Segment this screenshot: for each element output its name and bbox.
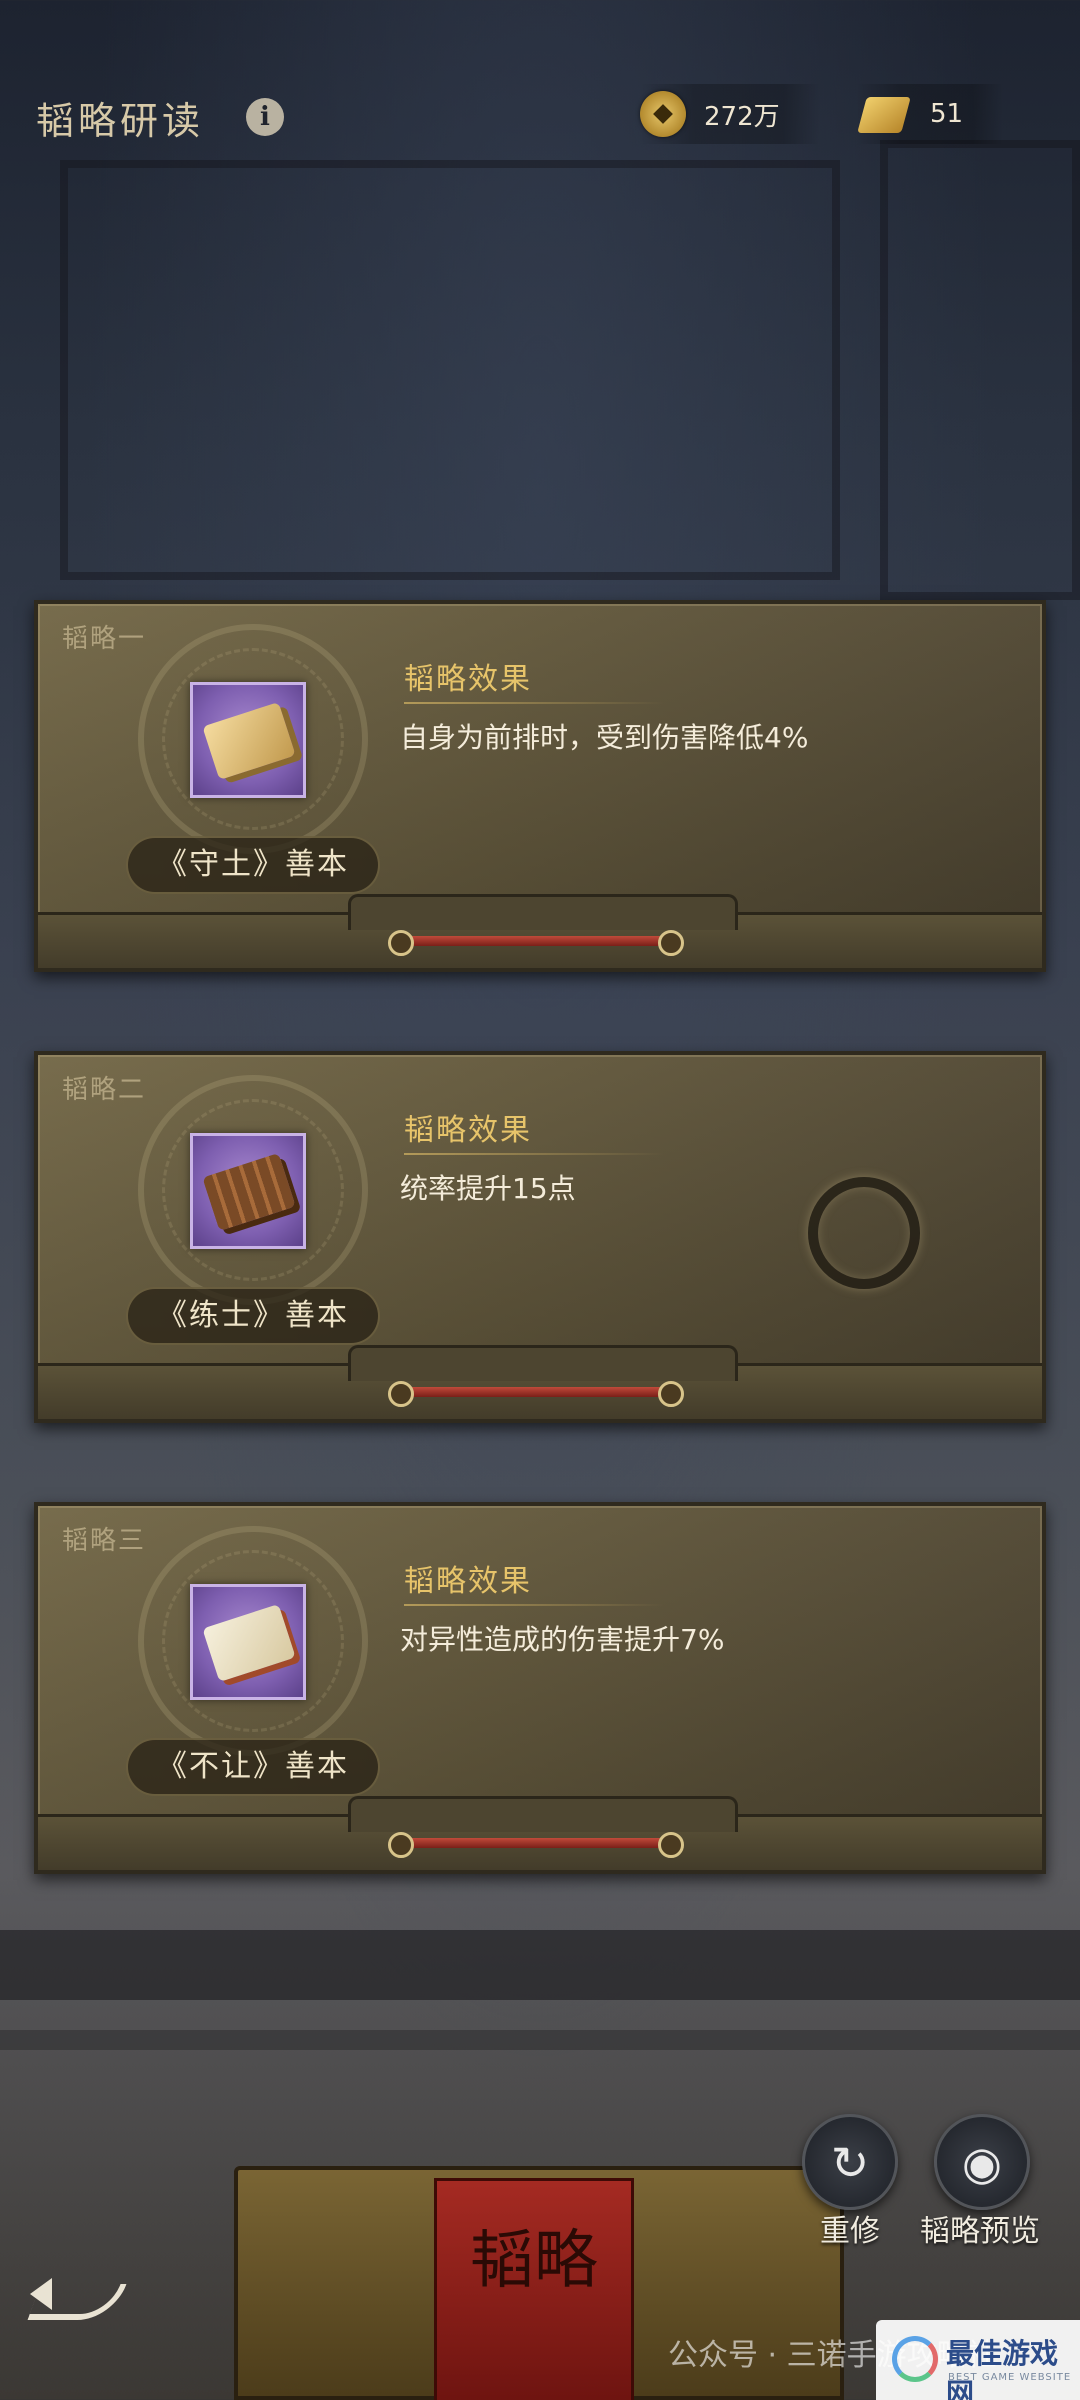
card-label: 韬略一 bbox=[62, 624, 147, 654]
effect-title: 韬略效果 bbox=[404, 1113, 532, 1148]
site-logo-icon bbox=[892, 2336, 938, 2382]
background-window bbox=[880, 140, 1080, 600]
book-name-pill[interactable]: 《练士》善本 bbox=[126, 1287, 380, 1345]
book-name-pill[interactable]: 《不让》善本 bbox=[126, 1738, 380, 1796]
book-item-slot[interactable] bbox=[190, 1584, 306, 1700]
effect-description: 自身为前排时，受到伤害降低4% bbox=[400, 721, 809, 754]
book-item-slot[interactable] bbox=[190, 682, 306, 798]
effect-divider bbox=[404, 1153, 664, 1155]
reforge-label[interactable]: 重修 bbox=[820, 2206, 880, 2250]
card-label: 韬略二 bbox=[62, 1075, 147, 1105]
book-item-slot[interactable] bbox=[190, 1133, 306, 1249]
resource-scroll: 51 bbox=[856, 84, 1004, 144]
preview-label[interactable]: 韬略预览 bbox=[920, 2206, 1040, 2250]
box-seal-text: 韬略 bbox=[470, 2224, 598, 2298]
preview-button[interactable]: ◉ bbox=[934, 2114, 1030, 2210]
effect-description: 统率提升15点 bbox=[400, 1172, 576, 1205]
card-frame-notch bbox=[348, 1796, 738, 1832]
strategy-card-1[interactable]: 韬略一 《守土》善本 韬略效果 自身为前排时，受到伤害降低4% bbox=[34, 600, 1046, 972]
site-logo-subtitle: BEST GAME WEBSITE bbox=[948, 2372, 1072, 2383]
scroll-value: 51 bbox=[930, 99, 964, 129]
effect-divider bbox=[404, 1604, 664, 1606]
top-bar: 韬略研读 i 272万 51 bbox=[0, 60, 1080, 170]
site-logo: 最佳游戏网 BEST GAME WEBSITE bbox=[876, 2320, 1080, 2400]
reforge-button[interactable]: ↻ bbox=[802, 2114, 898, 2210]
info-icon[interactable]: i bbox=[246, 98, 284, 136]
strategy-card-2[interactable]: 韬略二 《练士》善本 韬略效果 统率提升15点 bbox=[34, 1051, 1046, 1423]
background-shelf bbox=[0, 2030, 1080, 2050]
scroll-icon bbox=[856, 91, 912, 137]
background-window bbox=[60, 160, 840, 580]
coin-icon bbox=[640, 91, 686, 137]
site-logo-title: 最佳游戏网 bbox=[946, 2337, 1059, 2400]
eye-icon: ◉ bbox=[961, 2136, 1003, 2190]
refresh-icon: ↻ bbox=[830, 2136, 870, 2190]
back-button[interactable] bbox=[28, 2270, 128, 2330]
rope-decoration bbox=[388, 1381, 684, 1407]
rope-decoration bbox=[388, 1832, 684, 1858]
book-name-pill[interactable]: 《守土》善本 bbox=[126, 836, 380, 894]
effect-title: 韬略效果 bbox=[404, 662, 532, 697]
background-shelf bbox=[0, 1930, 1080, 2000]
card-frame-notch bbox=[348, 894, 738, 930]
effect-title: 韬略效果 bbox=[404, 1564, 532, 1599]
scroll-bundle-icon bbox=[202, 702, 296, 780]
page-title: 韬略研读 bbox=[36, 99, 205, 143]
paper-scroll-icon bbox=[202, 1604, 296, 1682]
ring-icon bbox=[808, 1177, 920, 1289]
card-label: 韬略三 bbox=[62, 1526, 147, 1556]
rope-decoration bbox=[388, 930, 684, 956]
coin-value: 272万 bbox=[704, 101, 780, 132]
effect-divider bbox=[404, 702, 664, 704]
card-frame-notch bbox=[348, 1345, 738, 1381]
strategy-card-3[interactable]: 韬略三 《不让》善本 韬略效果 对异性造成的伤害提升7% bbox=[34, 1502, 1046, 1874]
box-seal: 韬略 bbox=[434, 2178, 634, 2400]
bamboo-slip-icon bbox=[202, 1153, 296, 1231]
effect-description: 对异性造成的伤害提升7% bbox=[400, 1623, 725, 1656]
resource-coin: 272万 bbox=[640, 84, 820, 144]
